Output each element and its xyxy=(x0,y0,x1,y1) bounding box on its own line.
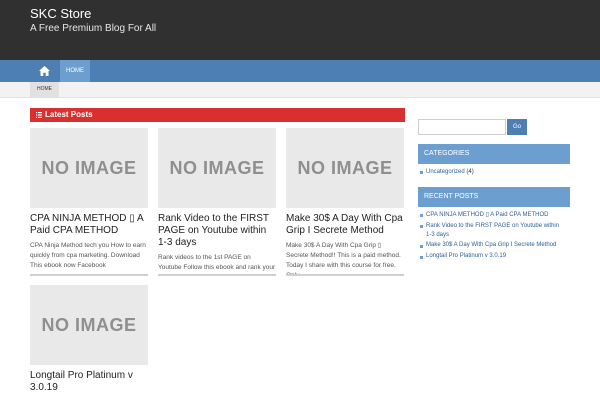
nav-home-button[interactable] xyxy=(30,60,58,82)
post-thumbnail[interactable]: NO IMAGE xyxy=(158,128,276,208)
search-button[interactable]: Go xyxy=(507,119,527,135)
post-card: NO IMAGE Rank Video to the FIRST PAGE on… xyxy=(158,128,276,276)
post-title[interactable]: CPA NINJA METHOD ▯ A Paid CPA METHOD xyxy=(30,213,148,237)
post-excerpt: Make 30$ A Day With Cpa Grip ▯ Secrete M… xyxy=(286,242,401,276)
recent-post-link[interactable]: Rank Video to the FIRST PAGE on Youtube … xyxy=(426,222,566,240)
bullet-icon xyxy=(420,225,423,228)
post-title[interactable]: Rank Video to the FIRST PAGE on Youtube … xyxy=(158,213,276,249)
post-thumbnail[interactable]: NO IMAGE xyxy=(30,285,148,365)
search-input[interactable] xyxy=(418,119,506,135)
site-title[interactable]: SKC Store xyxy=(30,6,91,21)
categories-heading: CATEGORIES xyxy=(418,144,570,164)
category-label[interactable]: Uncategorized xyxy=(426,169,465,175)
recent-post-link[interactable]: CPA NINJA METHOD ▯ A Paid CPA METHOD xyxy=(426,211,566,220)
site-header: SKC Store A Free Premium Blog For All xyxy=(0,0,600,60)
no-image-placeholder: NO IMAGE xyxy=(297,157,393,178)
bullet-icon xyxy=(420,245,423,248)
recent-post-link[interactable]: Make 30$ A Day With Cpa Grip I Secrete M… xyxy=(426,241,566,250)
post-title[interactable]: Longtail Pro Platinum v 3.0.19 xyxy=(30,370,148,394)
category-link[interactable]: Uncategorized (4) xyxy=(426,168,474,177)
breadcrumb: HOME xyxy=(0,82,600,98)
recent-post-link[interactable]: Longtail Pro Platinum v 3.0.19 xyxy=(426,252,566,261)
breadcrumb-home[interactable]: HOME xyxy=(30,82,59,97)
post-card: NO IMAGE CPA NINJA METHOD ▯ A Paid CPA M… xyxy=(30,128,148,276)
nav-home-link[interactable]: HOME xyxy=(60,60,90,82)
no-image-placeholder: NO IMAGE xyxy=(41,157,137,178)
home-icon xyxy=(38,66,50,76)
post-thumbnail[interactable]: NO IMAGE xyxy=(30,128,148,208)
bullet-icon xyxy=(420,214,423,217)
post-card: NO IMAGE Longtail Pro Platinum v 3.0.19 xyxy=(30,285,148,400)
latest-posts-label: Latest Posts xyxy=(45,110,93,119)
post-excerpt: Rank videos to the 1st PAGE on Youtube F… xyxy=(158,254,276,271)
post-excerpt: CPA Ninja Method tech you How to earn qu… xyxy=(30,242,146,269)
latest-posts-header: Latest Posts xyxy=(30,108,405,122)
main-navbar: HOME xyxy=(0,60,600,82)
bullet-icon xyxy=(420,171,423,174)
post-card: NO IMAGE Make 30$ A Day With Cpa Grip I … xyxy=(286,128,404,276)
bullet-icon xyxy=(420,256,423,259)
site-tagline: A Free Premium Blog For All xyxy=(30,23,157,34)
no-image-placeholder: NO IMAGE xyxy=(41,314,137,335)
card-divider xyxy=(30,274,148,276)
no-image-placeholder: NO IMAGE xyxy=(169,157,265,178)
card-divider xyxy=(286,274,404,276)
post-title[interactable]: Make 30$ A Day With Cpa Grip I Secrete M… xyxy=(286,213,404,237)
post-thumbnail[interactable]: NO IMAGE xyxy=(286,128,404,208)
list-icon xyxy=(36,112,42,118)
recent-posts-heading: RECENT POSTS xyxy=(418,187,570,207)
card-divider xyxy=(158,274,276,276)
category-count: (4) xyxy=(466,169,474,175)
